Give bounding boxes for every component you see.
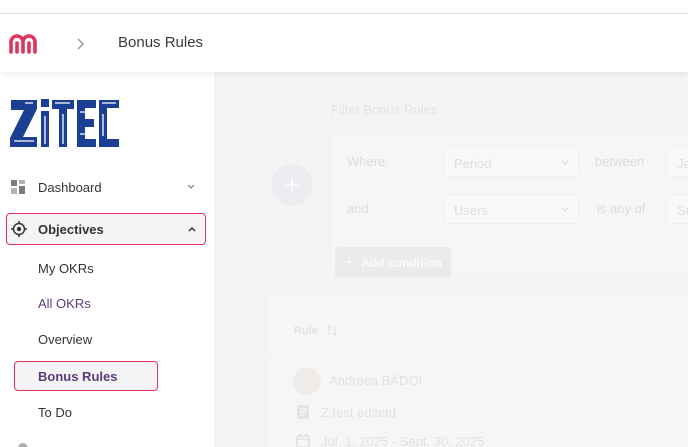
breadcrumb-chevron-icon [77,38,85,50]
add-condition-label: Add condition [361,255,442,270]
app-header: Bonus Rules [0,14,688,72]
target-icon [11,221,27,237]
filter-operator: is any of [597,201,646,216]
filter-field-select[interactable]: Users [443,194,579,224]
chevron-down-icon [187,184,195,189]
sidebar-subitem-bonus-rules[interactable]: Bonus Rules [38,369,117,384]
filter-row-prefix: and [347,201,369,216]
main-content: + Filter Bonus Rules Where: Period betwe… [214,72,688,447]
filter-operator: between [595,154,645,169]
chevron-down-icon [561,160,569,165]
window-top-strip [0,0,688,14]
rule-period: Jul. 1, 2025 - Sept. 30, 2025 [321,434,485,447]
rule-user-name[interactable]: Andreea BĂDOI [329,373,422,388]
sidebar-subitem-to-do[interactable]: To Do [38,405,72,420]
filter-value-input[interactable]: Ja [666,147,688,177]
sort-icon[interactable] [326,324,338,337]
filter-field-select[interactable]: Period [443,147,579,177]
add-condition-button[interactable]: + Add condition [335,247,451,278]
next-nav-icon [18,443,28,447]
sidebar-item-dashboard[interactable]: Dashboard [0,172,214,202]
chevron-down-icon [561,207,569,212]
dashboard-grid-icon [11,180,25,194]
sidebar-subitem-my-okrs[interactable]: My OKRs [38,261,94,276]
app-logo-icon[interactable] [8,31,42,55]
filter-panel: Where: Period between Ja and Users is an… [330,132,688,278]
filter-field-value: Period [454,156,492,171]
plus-icon: + [345,253,355,271]
filter-field-value: Users [454,203,488,218]
zitec-logo[interactable] [10,94,120,152]
header-divider [268,352,688,353]
rules-table: Rule Andreea BĂDOI Z test editetd Jul. 1… [268,292,688,447]
column-header-rule[interactable]: Rule [294,325,318,337]
chevron-up-icon [188,226,196,232]
filter-value-text: Ja [677,156,688,171]
sidebar-item-label: Dashboard [38,179,102,195]
rule-objective-name[interactable]: Z test editetd [321,405,396,420]
sidebar-item-objectives[interactable]: Objectives [6,213,206,245]
add-rule-button[interactable]: + [271,164,313,206]
sidebar-item-label: Objectives [38,221,104,237]
sidebar: Dashboard Objectives My OKRs All OKRs Ov… [0,72,214,447]
sidebar-subitem-overview[interactable]: Overview [38,332,92,347]
filter-title: Filter Bonus Rules [331,102,438,117]
filter-value-input[interactable]: Se [666,194,688,224]
avatar [293,367,321,395]
sidebar-subitem-all-okrs[interactable]: All OKRs [38,296,91,311]
filter-value-text: Se [677,203,688,218]
page-title: Bonus Rules [118,34,204,51]
filter-row-prefix: Where: [347,154,389,169]
document-icon [297,405,309,419]
calendar-icon [296,434,310,447]
